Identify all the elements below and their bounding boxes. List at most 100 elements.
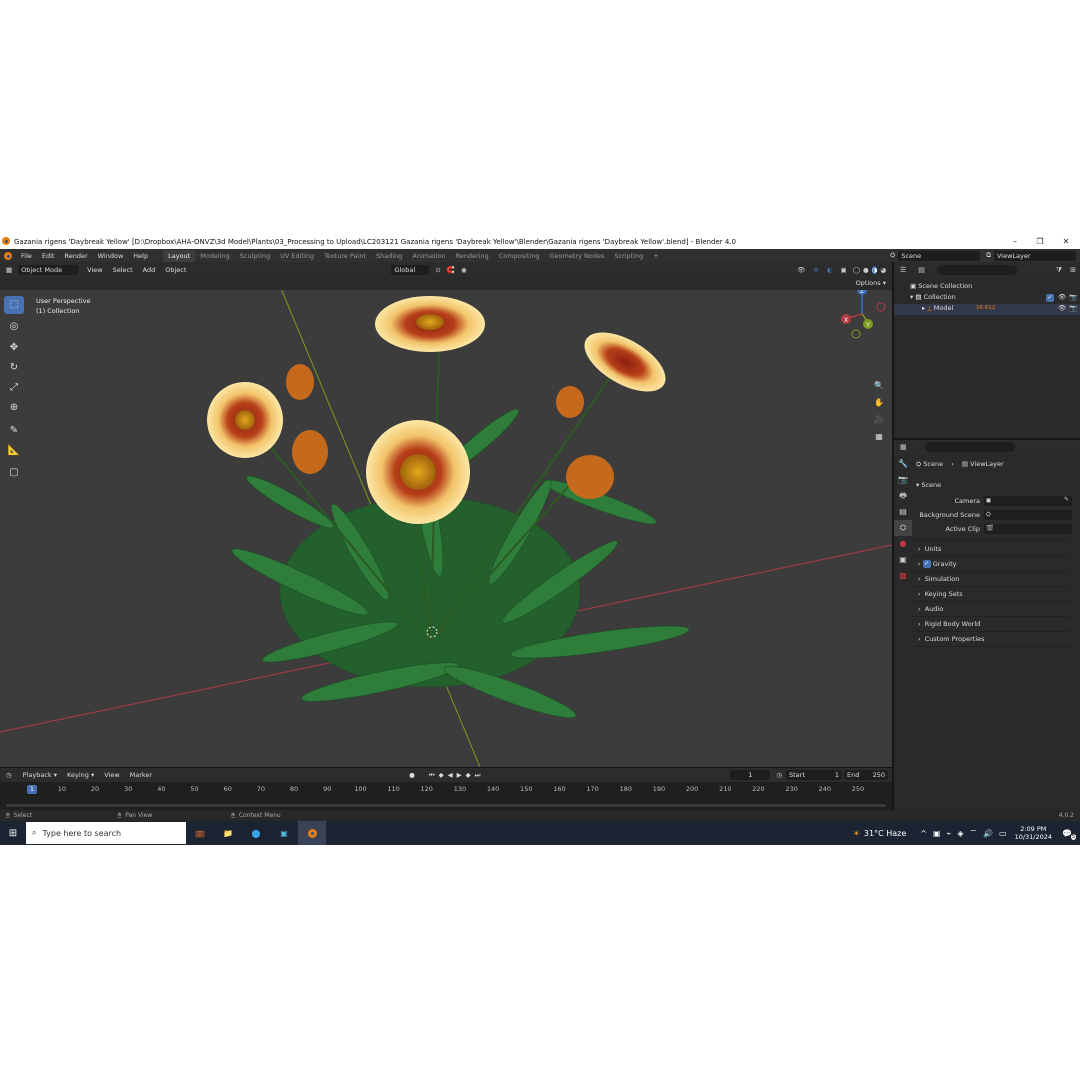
tray-app-icon[interactable]: ▣ bbox=[933, 829, 941, 838]
eye-icon[interactable]: 👁 bbox=[1058, 304, 1066, 312]
xray-icon[interactable]: ▣ bbox=[841, 266, 847, 274]
pivot-icon[interactable]: ⊙ bbox=[435, 266, 440, 274]
transform-tool-icon[interactable]: ⊕ bbox=[4, 399, 24, 417]
rotate-tool-icon[interactable]: ↻ bbox=[4, 359, 24, 377]
ortho-grid-icon[interactable]: ▦ bbox=[872, 430, 886, 444]
file-explorer-icon[interactable]: 📁 bbox=[214, 829, 242, 838]
options-button[interactable]: Options ▾ bbox=[856, 279, 886, 287]
tool-tab-icon[interactable]: 🔧 bbox=[894, 456, 912, 472]
transform-orientation-selector[interactable]: Global bbox=[391, 265, 430, 275]
tab-animation[interactable]: Animation bbox=[407, 250, 450, 262]
outliner-search-input[interactable] bbox=[936, 265, 1017, 275]
view-layer-selector[interactable]: ViewLayer bbox=[994, 250, 1076, 261]
properties-editor-icon[interactable]: ▦ bbox=[900, 443, 907, 451]
annotate-tool-icon[interactable]: ✎ bbox=[4, 422, 24, 440]
cursor-tool-icon[interactable]: ◎ bbox=[4, 318, 24, 336]
world-tab-icon[interactable]: ● bbox=[894, 536, 912, 552]
menu-window[interactable]: Window bbox=[93, 252, 129, 260]
outliner-row-scene-collection[interactable]: ▣ Scene Collection bbox=[910, 282, 972, 290]
shading-rendered-icon[interactable]: ◕ bbox=[880, 266, 886, 274]
menu-file[interactable]: File bbox=[16, 252, 37, 260]
taskbar-search-box[interactable]: ⌕ Type here to search bbox=[26, 822, 186, 844]
eye-icon[interactable]: 👁 bbox=[1058, 293, 1066, 301]
notifications-icon[interactable]: 💬 5 bbox=[1062, 829, 1076, 840]
windows-start-icon[interactable]: ⊞ bbox=[0, 828, 26, 839]
custom-properties-panel[interactable]: › Custom Properties bbox=[918, 632, 1078, 646]
camera-restrict-icon[interactable]: 📷 bbox=[1069, 304, 1077, 312]
viewport-menu-add[interactable]: Add bbox=[138, 266, 161, 274]
menu-edit[interactable]: Edit bbox=[37, 252, 60, 260]
viewport-menu-object[interactable]: Object bbox=[160, 266, 191, 274]
editor-type-icon[interactable]: ▦ bbox=[6, 266, 12, 274]
blender-menu-icon[interactable] bbox=[4, 251, 12, 260]
blender-taskbar-icon[interactable] bbox=[298, 821, 326, 845]
shading-material-icon[interactable]: ◑ bbox=[871, 266, 878, 274]
simulation-panel[interactable]: › Simulation bbox=[918, 572, 1078, 586]
weather-text[interactable]: 31°C Haze bbox=[864, 829, 906, 838]
minimize-button[interactable]: – bbox=[1003, 235, 1027, 249]
network-icon[interactable]: ⌁ bbox=[947, 829, 952, 838]
zoom-icon[interactable]: 🔍 bbox=[872, 379, 886, 393]
outliner-row-model[interactable]: ▸ ⟂ Model 16 612 👁 📷 bbox=[894, 304, 1080, 315]
shading-solid-icon[interactable]: ● bbox=[863, 266, 869, 274]
active-clip-field[interactable]: 🎬 bbox=[984, 524, 1072, 534]
camera-view-icon[interactable]: 🎥 bbox=[872, 413, 886, 427]
scene-icon[interactable]: ⛭ bbox=[890, 251, 895, 260]
browser-icon[interactable]: ⬤ bbox=[242, 829, 270, 838]
units-panel[interactable]: › Units bbox=[918, 542, 1078, 556]
3d-viewport[interactable]: Z Y X ▦ Object Mode View Select Add Obje… bbox=[0, 262, 892, 767]
tab-compositing[interactable]: Compositing bbox=[494, 250, 545, 262]
collection-exclude-checkbox[interactable]: ✓ bbox=[1046, 294, 1054, 302]
tab-shading[interactable]: Shading bbox=[371, 250, 407, 262]
tab-geometry-nodes[interactable]: Geometry Nodes bbox=[545, 250, 610, 262]
pan-hand-icon[interactable]: ✋ bbox=[872, 396, 886, 410]
navigation-gizmo[interactable]: Z Y X bbox=[841, 285, 886, 339]
view-layer-icon[interactable]: ⧉ bbox=[986, 251, 991, 260]
filter-icon[interactable]: ⧩ bbox=[1056, 266, 1062, 275]
proportional-edit-icon[interactable]: ◉ bbox=[461, 266, 467, 274]
maximize-button[interactable]: ❐ bbox=[1028, 235, 1052, 249]
keying-sets-panel[interactable]: › Keying Sets bbox=[918, 587, 1078, 601]
scene-section-header[interactable]: ▾ Scene bbox=[916, 478, 1076, 492]
add-cube-tool-icon[interactable]: ▢ bbox=[4, 464, 24, 482]
tab-rendering[interactable]: Rendering bbox=[451, 250, 494, 262]
viewport-scene[interactable]: Z Y X bbox=[0, 262, 892, 767]
battery-icon[interactable]: ▭ bbox=[999, 829, 1007, 838]
display-mode-icon[interactable]: ▤ bbox=[918, 266, 925, 274]
texture-tab-icon[interactable]: ▩ bbox=[894, 568, 912, 584]
tab-modeling[interactable]: Modeling bbox=[195, 250, 235, 262]
clock[interactable]: 2:09 PM 10/31/2024 bbox=[1015, 825, 1052, 841]
timeline-scrollbar[interactable] bbox=[6, 804, 886, 807]
background-scene-field[interactable]: ⛭ bbox=[984, 510, 1072, 520]
audio-panel[interactable]: › Audio bbox=[918, 602, 1078, 616]
shading-wireframe-icon[interactable]: ◯ bbox=[853, 266, 860, 274]
scene-selector[interactable]: Scene bbox=[898, 250, 981, 261]
add-workspace-button[interactable]: + bbox=[648, 250, 663, 262]
volume-icon[interactable]: 🔊 bbox=[983, 829, 993, 838]
close-button[interactable]: ✕ bbox=[1054, 235, 1078, 249]
outliner-row-collection[interactable]: ▾ ▤ Collection ✓ 👁 📷 bbox=[894, 293, 1080, 304]
wifi-icon[interactable]: ⌔ bbox=[970, 828, 978, 838]
scale-tool-icon[interactable]: ⤢ bbox=[4, 379, 24, 397]
eyedropper-icon[interactable]: ✎ bbox=[1064, 496, 1069, 503]
tab-layout[interactable]: Layout bbox=[163, 249, 196, 262]
camera-restrict-icon[interactable]: 📷 bbox=[1069, 293, 1077, 301]
new-collection-icon[interactable]: ⊞ bbox=[1070, 266, 1076, 274]
menu-help[interactable]: Help bbox=[128, 252, 153, 260]
tab-texture-paint[interactable]: Texture Paint bbox=[319, 250, 371, 262]
gravity-panel[interactable]: › ✓ Gravity bbox=[918, 557, 1078, 571]
tab-scripting[interactable]: Scripting bbox=[609, 250, 648, 262]
app-3-icon[interactable]: ▣ bbox=[270, 829, 298, 838]
tray-chevron-icon[interactable]: ^ bbox=[920, 829, 927, 838]
weather-icon[interactable]: ☀ bbox=[853, 829, 860, 838]
select-box-tool[interactable]: ⬚ bbox=[4, 296, 24, 314]
collection-tab-icon[interactable]: ▣ bbox=[894, 552, 912, 568]
timeline-editor[interactable]: ◷ Playback ▾ Keying ▾ View Marker ● ⏮ ◆ … bbox=[0, 767, 892, 810]
mode-selector[interactable]: Object Mode bbox=[18, 265, 79, 275]
outliner-editor-icon[interactable]: ☰ bbox=[900, 266, 906, 274]
gizmo-toggle-icon[interactable]: ✣ bbox=[813, 266, 818, 274]
menu-render[interactable]: Render bbox=[59, 252, 92, 260]
render-tab-icon[interactable]: 📷 bbox=[894, 472, 912, 488]
overlay-toggle-icon[interactable]: ◐ bbox=[827, 266, 833, 274]
camera-field[interactable]: ◼ ✎ bbox=[984, 496, 1072, 506]
